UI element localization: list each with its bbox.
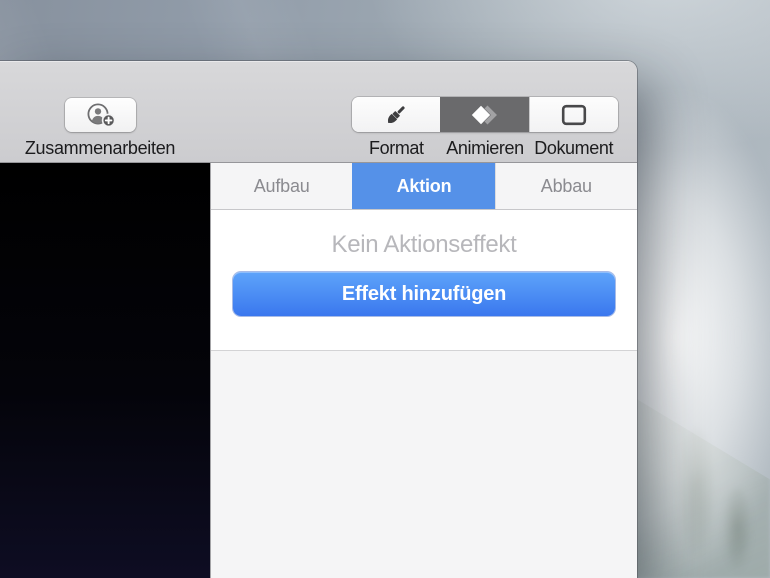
paintbrush-icon xyxy=(388,105,405,123)
collaborate-group: Zusammenarbeiten xyxy=(18,98,182,159)
slide-canvas[interactable] xyxy=(0,163,211,578)
empty-state-text: Kein Aktionseffekt xyxy=(331,231,517,258)
document-icon xyxy=(561,104,587,125)
segment-document[interactable] xyxy=(529,97,618,132)
segment-format[interactable] xyxy=(352,97,440,132)
collaborate-button[interactable] xyxy=(64,98,136,132)
segment-format-label: Format xyxy=(369,138,424,158)
add-effect-button[interactable]: Effekt hinzufügen xyxy=(233,272,615,316)
keynote-window: Zusammenarbeiten Format Animieren Dokume… xyxy=(0,61,637,578)
inspector-tabs: Aufbau Aktion Abbau xyxy=(211,163,637,210)
window-main: Aufbau Aktion Abbau Kein Aktionseffekt E… xyxy=(0,163,637,578)
view-segments xyxy=(352,97,618,132)
tab-abbau[interactable]: Abbau xyxy=(494,163,637,209)
animate-inspector: Aufbau Aktion Abbau Kein Aktionseffekt E… xyxy=(211,163,637,578)
action-effect-section: Kein Aktionseffekt Effekt hinzufügen xyxy=(211,210,637,350)
segment-animate-label: Animieren xyxy=(446,138,524,158)
person-add-icon xyxy=(87,103,116,128)
tab-aktion[interactable]: Aktion xyxy=(352,163,495,209)
view-switcher: Format Animieren Dokument xyxy=(352,97,618,159)
toolbar: Zusammenarbeiten Format Animieren Dokume… xyxy=(0,61,637,163)
view-segment-labels: Format Animieren Dokument xyxy=(352,138,618,159)
segment-document-label: Dokument xyxy=(534,138,614,158)
effects-list-area xyxy=(211,350,637,578)
animate-diamond-icon xyxy=(471,105,497,124)
screenshot-root: Zusammenarbeiten Format Animieren Dokume… xyxy=(0,0,770,578)
tab-aufbau[interactable]: Aufbau xyxy=(211,163,352,209)
collaborate-label: Zusammenarbeiten xyxy=(24,138,176,158)
segment-animate[interactable] xyxy=(440,97,529,132)
